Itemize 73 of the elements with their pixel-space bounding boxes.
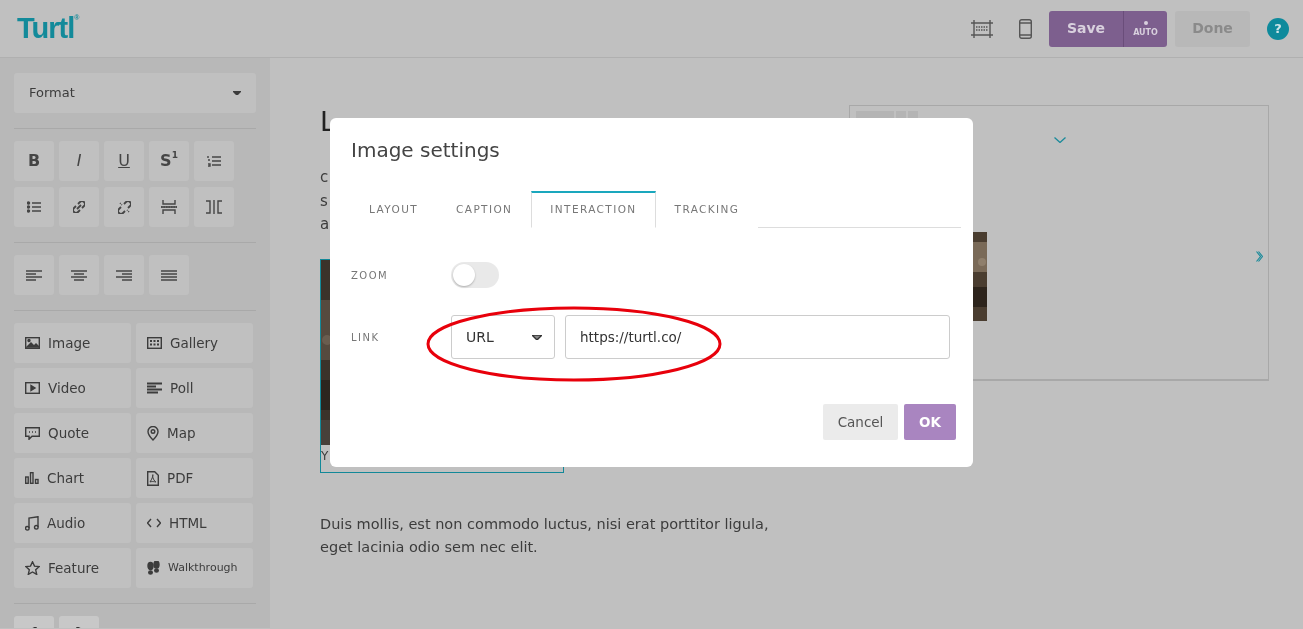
bullet-list-button[interactable]	[14, 187, 54, 227]
link-button[interactable]	[59, 187, 99, 227]
logo: Turtl$^{®}$	[17, 10, 79, 46]
location-pin-icon	[147, 425, 159, 441]
align-center-button[interactable]	[59, 255, 99, 295]
gallery-block-button[interactable]: Gallery	[136, 323, 253, 363]
align-right-icon	[116, 269, 132, 281]
align-left-icon	[26, 269, 42, 281]
feature-block-button[interactable]: Feature	[14, 548, 131, 588]
numbered-list-button[interactable]	[194, 141, 234, 181]
paragraph-text: s	[320, 190, 328, 212]
phone-icon	[1018, 18, 1032, 39]
bold-button[interactable]: B	[14, 141, 54, 181]
field-label: LINK	[351, 330, 381, 345]
help-button[interactable]: ?	[1267, 17, 1289, 40]
page-break-button[interactable]	[149, 187, 189, 227]
footprints-icon	[147, 561, 160, 575]
align-justify-button[interactable]	[149, 255, 189, 295]
play-icon	[25, 382, 40, 394]
video-block-button[interactable]: Video	[14, 368, 131, 408]
image-caption: Y	[321, 447, 330, 463]
link-type-dropdown[interactable]: URL	[451, 315, 555, 359]
document-icon	[147, 470, 159, 486]
column-break-button[interactable]	[194, 187, 234, 227]
paragraph-text: c	[320, 167, 329, 188]
grid-icon	[147, 337, 162, 349]
align-justify-icon	[161, 269, 177, 281]
cancel-button[interactable]: Cancel	[823, 404, 898, 440]
unlink-button[interactable]	[104, 187, 144, 227]
bullet-list-icon	[27, 201, 41, 213]
map-block-button[interactable]: Map	[136, 413, 253, 453]
chart-block-button[interactable]: Chart	[14, 458, 131, 498]
url-input[interactable]: https://turtl.co/	[565, 315, 950, 359]
unlink-icon	[117, 200, 131, 214]
frame-icon	[971, 19, 993, 38]
star-icon	[25, 561, 40, 575]
column-break-icon	[206, 200, 222, 214]
align-right-button[interactable]	[104, 255, 144, 295]
superscript-button[interactable]: S$^{1}$	[149, 141, 189, 181]
poll-block-button[interactable]: Poll	[136, 368, 253, 408]
paragraph: Duis mollis, est non commodo luctus, nisi erat porttitor ligula, eget lacinia odio sem nec elit.	[320, 514, 770, 557]
audio-block-button[interactable]: Audio	[14, 503, 131, 543]
html-block-button[interactable]: HTML	[136, 503, 253, 543]
caret-icon	[532, 334, 542, 340]
caret-icon	[233, 91, 241, 95]
image-icon	[25, 337, 40, 349]
walkthrough-block-button[interactable]: Walkthrough	[136, 548, 253, 588]
field-label: ZOOM	[351, 268, 390, 283]
code-icon	[147, 518, 161, 528]
page-break-icon	[161, 200, 177, 214]
quote-block-button[interactable]: Quote	[14, 413, 131, 453]
bars-icon	[147, 382, 162, 394]
double-chevron-right-icon	[1256, 251, 1263, 262]
align-center-icon	[71, 269, 87, 281]
image-block-button[interactable]: Image	[14, 323, 131, 363]
underline-button[interactable]: U	[104, 141, 144, 181]
paragraph-text: a	[320, 214, 330, 235]
bar-chart-icon	[25, 472, 39, 484]
speech-bubble-icon	[25, 426, 40, 440]
format-dropdown[interactable]: Format	[14, 73, 256, 113]
ok-button[interactable]: OK	[904, 404, 956, 440]
save-button[interactable]: Save	[1049, 10, 1123, 47]
music-note-icon	[25, 515, 39, 531]
tab[interactable]: INTERACTION	[531, 191, 656, 228]
numbered-list-icon	[207, 155, 221, 167]
dialog-title: Image settings	[351, 138, 501, 162]
zoom-toggle[interactable]	[451, 262, 499, 288]
pdf-block-button[interactable]: PDF	[136, 458, 253, 498]
italic-button[interactable]: I	[59, 141, 99, 181]
chevron-down-icon	[1054, 137, 1066, 143]
autosave-button[interactable]: AUTO	[1123, 10, 1167, 47]
link-icon	[73, 201, 85, 213]
align-left-button[interactable]	[14, 255, 54, 295]
